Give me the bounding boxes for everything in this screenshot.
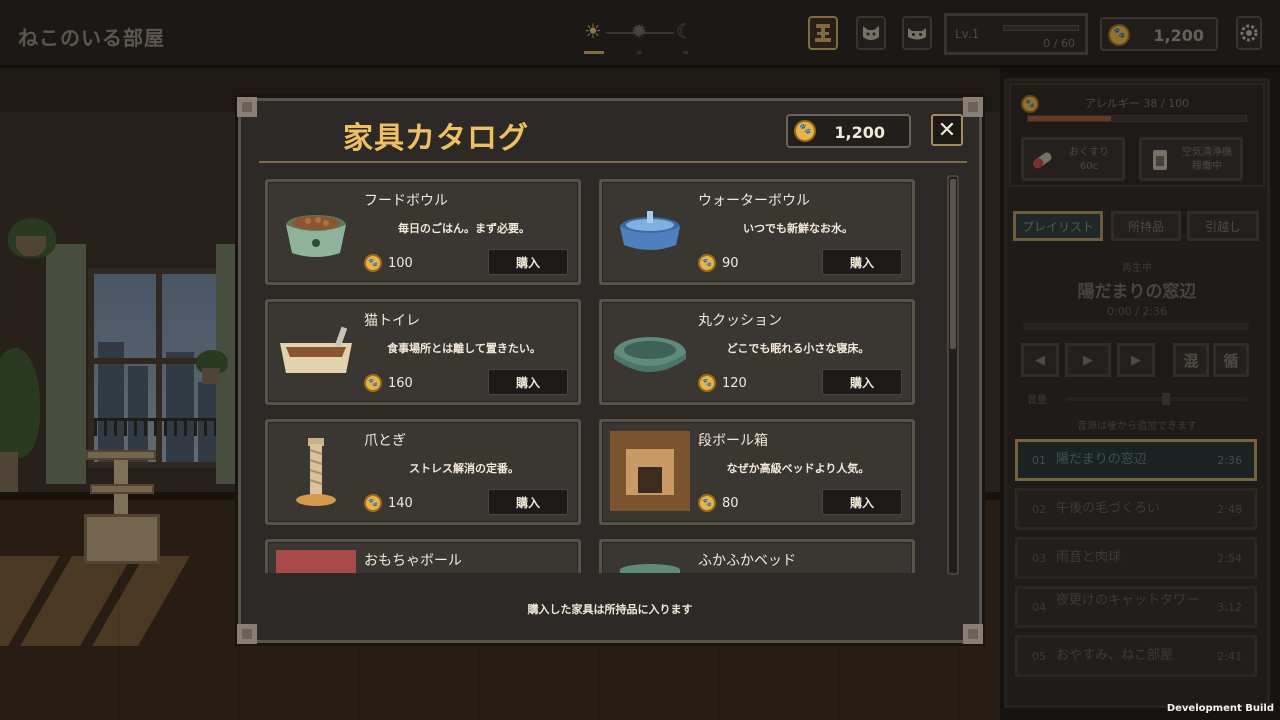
water-bowl-icon: [610, 196, 690, 270]
paw-coin-icon: [794, 120, 816, 142]
buy-button[interactable]: 購入: [822, 249, 902, 275]
item-description: どこでも眠れる小さな寝床。: [726, 342, 870, 355]
item-name: 段ボール箱: [698, 433, 768, 449]
catalog-item-food-bowl: フードボウル 毎日のごはん。まず必要。 100 購入: [265, 179, 581, 285]
catalog-footer-note: 購入した家具は所持品に入ります: [527, 603, 693, 616]
paw-coin-icon: [364, 494, 382, 512]
frame-corner: [963, 97, 983, 117]
catalog-item-cardboard-box: 段ボール箱 なぜか高級ベッドより人気。 80 購入: [599, 419, 915, 525]
paw-coin-icon: [364, 254, 382, 272]
item-price: 80: [698, 494, 739, 512]
paw-coin-icon: [698, 494, 716, 512]
scratching-post-icon: [276, 436, 356, 510]
frame-corner: [237, 97, 257, 117]
item-description: ストレス解消の定番。: [409, 462, 519, 475]
close-icon: ✕: [937, 117, 957, 143]
price-value: 120: [722, 375, 747, 391]
item-name: フードボウル: [364, 193, 448, 209]
item-price: 160: [364, 374, 413, 392]
price-value: 90: [722, 255, 739, 271]
paw-coin-icon: [698, 374, 716, 392]
fluffy-bed-icon: [610, 564, 690, 573]
close-button[interactable]: ✕: [931, 114, 963, 146]
frame-corner: [963, 624, 983, 644]
frame-corner: [237, 624, 257, 644]
catalog-item-toy-ball: おもちゃボール: [265, 539, 581, 573]
item-name: おもちゃボール: [364, 553, 462, 569]
item-description: なぜか高級ベッドより人気。: [726, 462, 870, 475]
food-bowl-icon: [276, 196, 356, 270]
catalog-coin-amount: 1,200: [834, 123, 885, 142]
furniture-catalog-modal: 家具カタログ 1,200 ✕ フードボウル 毎日のごはん。まず必要。 100 購…: [237, 97, 983, 644]
paw-coin-icon: [364, 374, 382, 392]
buy-button[interactable]: 購入: [488, 369, 568, 395]
buy-button[interactable]: 購入: [822, 489, 902, 515]
item-name: 猫トイレ: [364, 313, 420, 329]
price-value: 140: [388, 495, 413, 511]
item-price: 120: [698, 374, 747, 392]
catalog-item-litter-box: 猫トイレ 食事場所とは離して置きたい。 160 購入: [265, 299, 581, 405]
catalog-item-scratching-post: 爪とぎ ストレス解消の定番。 140 購入: [265, 419, 581, 525]
item-price: 100: [364, 254, 413, 272]
catalog-scrollbar[interactable]: [947, 175, 959, 575]
item-name: 丸クッション: [698, 313, 782, 329]
item-price: 140: [364, 494, 413, 512]
development-build-label: Development Build: [1166, 703, 1274, 714]
item-description: 食事場所とは離して置きたい。: [387, 342, 541, 355]
item-description: いつでも新鮮なお水。: [743, 222, 853, 235]
item-name: 爪とぎ: [364, 433, 406, 449]
catalog-title: 家具カタログ: [343, 121, 529, 156]
item-name: ウォーターボウル: [698, 193, 810, 209]
paw-coin-icon: [698, 254, 716, 272]
catalog-grid: フードボウル 毎日のごはん。まず必要。 100 購入 ウォーターボウル いつでも…: [265, 179, 949, 573]
title-divider: [259, 161, 967, 163]
item-description: 毎日のごはん。まず必要。: [398, 222, 530, 235]
item-name: ふかふかベッド: [698, 553, 796, 569]
price-value: 100: [388, 255, 413, 271]
buy-button[interactable]: 購入: [822, 369, 902, 395]
catalog-item-round-cushion: 丸クッション どこでも眠れる小さな寝床。 120 購入: [599, 299, 915, 405]
round-cushion-icon: [610, 316, 690, 390]
item-price: 90: [698, 254, 739, 272]
toy-ball-icon: [276, 550, 356, 573]
catalog-item-water-bowl: ウォーターボウル いつでも新鮮なお水。 90 購入: [599, 179, 915, 285]
litter-box-icon: [276, 316, 356, 390]
catalog-item-fluffy-bed: ふかふかベッド: [599, 539, 915, 573]
scrollbar-thumb[interactable]: [950, 179, 956, 349]
price-value: 160: [388, 375, 413, 391]
buy-button[interactable]: 購入: [488, 489, 568, 515]
catalog-coin-display: 1,200: [786, 114, 911, 148]
cardboard-box-icon: [610, 430, 690, 512]
buy-button[interactable]: 購入: [488, 249, 568, 275]
price-value: 80: [722, 495, 739, 511]
